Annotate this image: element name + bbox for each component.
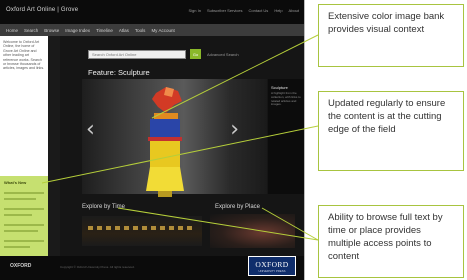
- left-sidebar: Welcome to Oxford Art Online, the home o…: [0, 36, 48, 280]
- timeline-markers: [88, 226, 196, 230]
- main-nav: Home Search Browse Image Index Timeline …: [0, 24, 304, 36]
- callout-browse-access-text: Ability to browse full text by time or p…: [328, 212, 443, 262]
- nav-tab-tools[interactable]: Tools: [135, 28, 146, 33]
- whats-new-item[interactable]: [4, 224, 44, 226]
- top-link-contact-us[interactable]: Contact Us: [249, 8, 269, 13]
- whats-new-item[interactable]: [4, 214, 32, 216]
- whats-new-item[interactable]: [4, 208, 44, 210]
- nav-tab-home[interactable]: Home: [6, 28, 18, 33]
- callout-updated-regularly: Updated regularly to ensure the content …: [318, 91, 464, 171]
- top-link-about[interactable]: About: [289, 8, 299, 13]
- footer-copyright: Copyright © Oxford University Press. All…: [60, 265, 135, 269]
- main-content: Go Advanced Search Feature: Sculpture ‹ …: [60, 36, 304, 280]
- sculpture-image[interactable]: [144, 87, 188, 197]
- whats-new-item[interactable]: [4, 192, 44, 194]
- nav-tab-timeline[interactable]: Timeline: [96, 28, 113, 33]
- whats-new-item[interactable]: [4, 240, 44, 242]
- explore-by-place-link[interactable]: Explore by Place: [215, 204, 260, 210]
- callout-image-bank: Extensive color image bank provides visu…: [318, 4, 464, 67]
- top-bar: Oxford Art Online | Grove Sign In Subscr…: [0, 0, 304, 24]
- whats-new-item[interactable]: [4, 230, 38, 232]
- oxford-logo-press: UNIVERSITY PRESS: [258, 269, 286, 273]
- whats-new-title[interactable]: What's New: [4, 180, 26, 185]
- carousel-next-icon[interactable]: ›: [230, 119, 239, 141]
- image-carousel[interactable]: ‹ ›: [82, 79, 267, 197]
- timeline-thumbnail[interactable]: [82, 216, 202, 246]
- oxford-university-press-logo[interactable]: OXFORD UNIVERSITY PRESS: [248, 256, 296, 276]
- site-screenshot: Oxford Art Online | Grove Sign In Subscr…: [0, 0, 305, 280]
- whats-new-item[interactable]: [4, 198, 36, 200]
- top-links: Sign In Subscriber Services Contact Us H…: [188, 8, 299, 13]
- feature-title[interactable]: Sculpture: [271, 85, 288, 90]
- site-title[interactable]: Oxford Art Online | Grove: [6, 7, 78, 13]
- nav-tab-atlas[interactable]: Atlas: [119, 28, 129, 33]
- whats-new-item[interactable]: [4, 246, 30, 248]
- nav-tab-my-account[interactable]: My Account: [151, 28, 174, 33]
- feature-description: A highlight from the collection, with li…: [271, 91, 301, 107]
- search-go-button[interactable]: Go: [190, 49, 201, 59]
- nav-tab-search[interactable]: Search: [24, 28, 38, 33]
- section-title: Feature: Sculpture: [88, 68, 150, 77]
- oxford-logo-name: OXFORD: [255, 260, 289, 269]
- sidebar-intro-text: Welcome to Oxford Art Online, the home o…: [3, 40, 45, 71]
- map-thumbnail[interactable]: [210, 214, 295, 248]
- top-link-sign-in[interactable]: Sign In: [188, 8, 200, 13]
- footer-logo: OXFORD: [10, 263, 32, 269]
- feature-panel: Sculpture A highlight from the collectio…: [268, 79, 304, 194]
- top-link-help[interactable]: Help: [274, 8, 282, 13]
- nav-tab-image-index[interactable]: Image Index: [65, 28, 90, 33]
- footer: OXFORD Copyright © Oxford University Pre…: [0, 256, 304, 280]
- top-link-subscriber-services[interactable]: Subscriber Services: [207, 8, 243, 13]
- advanced-search-link[interactable]: Advanced Search: [207, 52, 239, 57]
- callout-image-bank-text: Extensive color image bank provides visu…: [328, 11, 445, 35]
- explore-by-time-link[interactable]: Explore by Time: [82, 204, 125, 210]
- search-input[interactable]: [88, 50, 186, 59]
- callout-browse-access: Ability to browse full text by time or p…: [318, 205, 464, 278]
- carousel-prev-icon[interactable]: ‹: [86, 119, 95, 141]
- nav-tab-browse[interactable]: Browse: [44, 28, 59, 33]
- callout-updated-regularly-text: Updated regularly to ensure the content …: [328, 98, 446, 135]
